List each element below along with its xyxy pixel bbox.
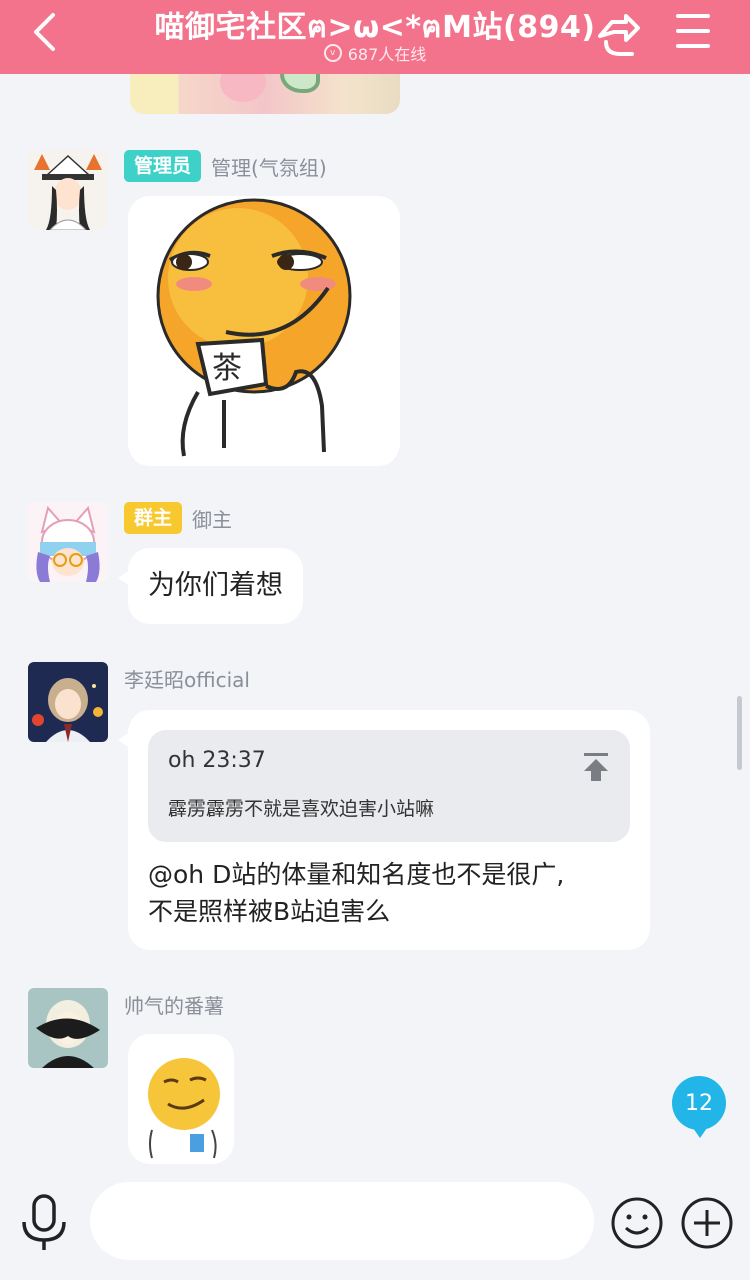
chevron-left-icon	[34, 13, 55, 51]
more-button[interactable]	[680, 1196, 734, 1250]
message-item: 管理员 管理(气氛组) 茶	[0, 150, 750, 470]
avatar[interactable]	[28, 502, 108, 582]
menu-button[interactable]	[672, 12, 714, 52]
reply-text-line: 不是照样被B站迫害么	[148, 897, 391, 926]
reply-text-line: @oh D站的体量和知名度也不是很广,	[148, 860, 565, 889]
message-meta: 帅气的番薯	[124, 988, 224, 1020]
message-meta: 李廷昭official	[124, 662, 250, 694]
message-item: 李廷昭official oh 23:37 霹雳霹雳不就是喜欢迫害小站嘛 @oh …	[0, 662, 750, 962]
avatar[interactable]	[28, 988, 108, 1068]
plus-icon	[681, 1197, 733, 1249]
sticker-message[interactable]	[128, 1034, 234, 1164]
online-status: v 687人在线	[200, 41, 550, 65]
scrollbar[interactable]	[737, 696, 742, 770]
chat-messages[interactable]: 管理员 管理(气氛组) 茶 群主 御主 为你们着想 李廷昭official oh…	[0, 74, 750, 1170]
message-meta: 群主 御主	[124, 502, 232, 534]
message-item: 群主 御主 为你们着想	[0, 502, 750, 632]
reply-text: @oh D站的体量和知名度也不是很广, 不是照样被B站迫害么	[148, 856, 628, 930]
sticker-shape	[220, 74, 266, 102]
reply-message[interactable]: oh 23:37 霹雳霹雳不就是喜欢迫害小站嘛 @oh D站的体量和知名度也不是…	[118, 710, 650, 950]
avatar[interactable]	[28, 150, 108, 230]
share-button[interactable]	[592, 8, 646, 62]
menu-icon	[676, 14, 710, 18]
menu-icon-bar	[676, 44, 710, 48]
admin-badge: 管理员	[124, 150, 202, 182]
chevron-down-circle-icon: v	[323, 44, 342, 62]
username[interactable]: 御主	[192, 504, 232, 533]
message-input[interactable]	[90, 1182, 594, 1260]
sticker-image-partial[interactable]	[130, 74, 400, 114]
emoji-sticker	[148, 1058, 220, 1159]
sticker-message[interactable]: 茶	[128, 196, 400, 466]
share-icon	[598, 14, 640, 56]
username[interactable]: 帅气的番薯	[124, 990, 224, 1019]
tea-drinking-emoji-sticker: 茶	[156, 198, 352, 457]
smiley-icon	[611, 1197, 663, 1249]
input-bar	[0, 1170, 750, 1280]
back-button[interactable]	[24, 8, 64, 56]
owner-badge: 群主	[124, 502, 183, 534]
voice-button[interactable]	[18, 1194, 70, 1252]
menu-icon-bar	[676, 29, 710, 33]
online-count: 687人在线	[347, 45, 427, 64]
avatar[interactable]	[28, 662, 108, 742]
username[interactable]: 管理(气氛组)	[211, 152, 327, 181]
chat-header: 喵御宅社区ฅ>ω<*ฅM站(894) v 687人在线	[0, 0, 750, 74]
sticker-shape	[280, 74, 320, 93]
scroll-to-top-icon[interactable]	[582, 752, 610, 782]
username[interactable]: 李廷昭official	[124, 664, 250, 693]
microphone-icon	[22, 1194, 66, 1250]
quoted-sender-time: oh 23:37	[168, 748, 266, 773]
quoted-text: 霹雳霹雳不就是喜欢迫害小站嘛	[168, 798, 435, 820]
message-item: 帅气的番薯	[0, 988, 750, 1170]
quoted-message[interactable]: oh 23:37 霹雳霹雳不就是喜欢迫害小站嘛	[148, 730, 630, 842]
unread-count-badge[interactable]: 12	[672, 1076, 726, 1138]
emoji-button[interactable]	[610, 1196, 664, 1250]
text-message[interactable]: 为你们着想	[118, 548, 303, 624]
message-meta: 管理员 管理(气氛组)	[124, 150, 327, 182]
sticker-tea-char: 茶	[212, 351, 242, 386]
